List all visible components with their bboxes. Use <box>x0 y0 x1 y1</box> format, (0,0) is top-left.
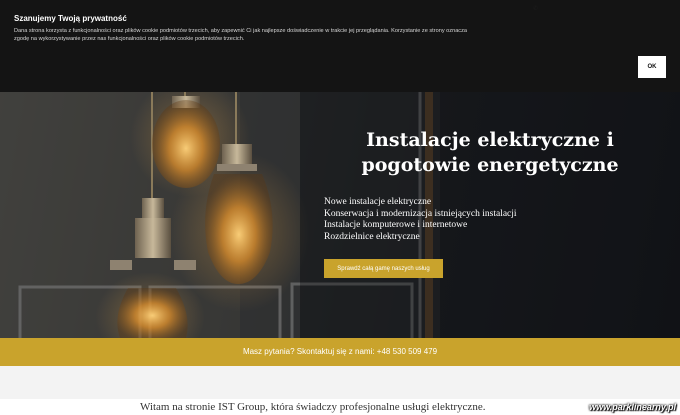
list-item: Rozdzielnice elektryczne <box>324 231 420 242</box>
services-cta-button[interactable]: Sprawdź całą gamę naszych usług <box>324 259 443 278</box>
services-list: Nowe instalacje elektryczne Konserwacja … <box>324 197 517 243</box>
list-item: Nowe instalacje elektryczne <box>324 197 432 207</box>
list-item: Konserwacja i modernizacja istniejących … <box>324 208 517 219</box>
watermark: www.parklinearny.pl <box>589 402 676 412</box>
cookie-text: Dana strona korzysta z funkcjonalności o… <box>14 28 468 43</box>
welcome-text: Witam na stronie IST Group, która świadc… <box>140 401 486 413</box>
contact-text[interactable]: Masz pytania? Skontaktuj się z nami: +48… <box>243 347 437 356</box>
list-item: Instalacje komputerowe i internetowe <box>324 220 468 230</box>
contact-bar: Masz pytania? Skontaktuj się z nami: +48… <box>0 338 680 366</box>
cookie-ok-button[interactable]: OK <box>638 56 666 78</box>
hero-title: Instalacje elektryczne i pogotowie energ… <box>361 129 619 176</box>
section-divider <box>0 366 680 399</box>
hero-section: Instalacje elektryczne i pogotowie energ… <box>0 92 680 338</box>
cookie-consent-bar: Szanujemy Twoją prywatność Dana strona k… <box>0 0 680 92</box>
cookie-title: Szanujemy Twoją prywatność <box>14 14 127 23</box>
